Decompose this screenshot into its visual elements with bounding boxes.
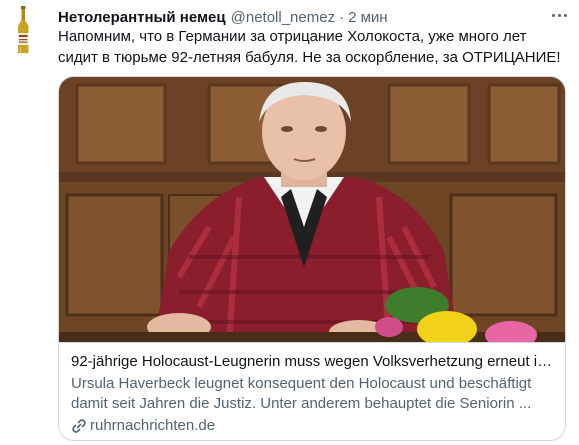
card-image[interactable]: [59, 77, 565, 342]
timestamp[interactable]: 2 мин: [348, 9, 388, 26]
tweet-text: Напомним, что в Германии за отрицание Хо…: [58, 26, 570, 68]
author-name[interactable]: Нетолерантный немец: [58, 9, 226, 26]
avatar[interactable]: [3, 2, 43, 54]
more-options-icon[interactable]: [547, 8, 571, 22]
card-description-line: Ursula Haverbeck leugnet konsequent den …: [71, 375, 532, 392]
card-description-line: damit seit Jahren die Justiz. Unter ande…: [71, 395, 532, 412]
card-title[interactable]: 92-jährige Holocaust-Leugnerin muss wege…: [71, 352, 555, 372]
author-handle[interactable]: @netoll_nemez: [231, 9, 335, 26]
link-card[interactable]: 92-jährige Holocaust-Leugnerin muss wege…: [58, 76, 566, 441]
tweet-text-line: Напомним, что в Германии за отрицание Хо…: [58, 28, 527, 45]
card-domain[interactable]: ruhrnachrichten.de: [90, 416, 215, 436]
link-icon: [72, 419, 86, 433]
card-divider: [59, 342, 565, 343]
card-domain-row[interactable]: ruhrnachrichten.de: [71, 416, 555, 436]
card-description: Ursula Haverbeck leugnet konsequent den …: [71, 374, 555, 414]
tweet-header: Нетолерантный немец @netoll_nemez · 2 ми…: [58, 7, 538, 27]
beer-bottle-icon: [18, 6, 29, 53]
tweet: Нетолерантный немец @netoll_nemez · 2 ми…: [0, 0, 579, 445]
separator-dot: ·: [339, 8, 345, 26]
tweet-text-line: сидит в тюрьме 92-летняя бабуля. Не за о…: [58, 49, 561, 66]
card-body: 92-jährige Holocaust-Leugnerin muss wege…: [71, 352, 555, 436]
